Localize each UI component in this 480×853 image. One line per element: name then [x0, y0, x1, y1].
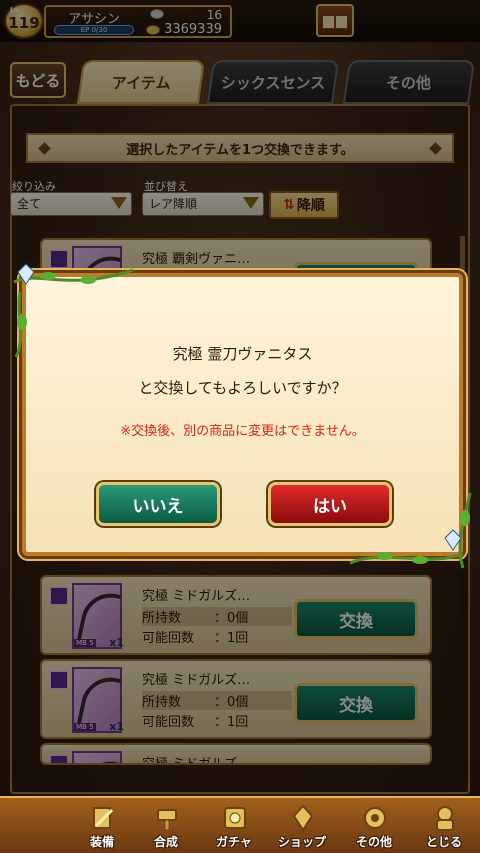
bottom-nav: 装備 合成 ガチャ ショップ その他 とじる [0, 796, 480, 853]
dialog-question: と交換してもよろしいですか？ [138, 379, 347, 397]
dialog-warning: ※交換後、別の商品に変更はできません。 [120, 424, 365, 439]
gear-icon [364, 807, 386, 829]
nav-equipment-label: 装備 [89, 835, 114, 849]
shop-icon [292, 804, 314, 832]
gacha-icon [224, 807, 246, 829]
fusion-icon [157, 809, 177, 831]
nav-fusion-label: 合成 [153, 835, 178, 849]
nav-equipment[interactable]: 装備 [72, 800, 132, 853]
nav-shop[interactable]: ショップ [272, 800, 332, 853]
nav-gacha-label: ガチャ [216, 835, 252, 849]
nav-other-label: その他 [355, 835, 392, 849]
equipment-icon [93, 807, 114, 829]
nav-gacha[interactable]: ガチャ [204, 800, 264, 853]
nav-other[interactable]: その他 [344, 800, 404, 853]
vine-top-left [13, 263, 134, 358]
nav-fusion[interactable]: 合成 [136, 800, 196, 853]
no-button[interactable]: いいえ [96, 482, 220, 526]
close-icon [436, 806, 454, 831]
nav-close-label: とじる [425, 835, 462, 849]
nav-shop-label: ショップ [277, 835, 326, 849]
vine-bottom-right [349, 492, 472, 569]
nav-close[interactable]: とじる [414, 800, 474, 853]
